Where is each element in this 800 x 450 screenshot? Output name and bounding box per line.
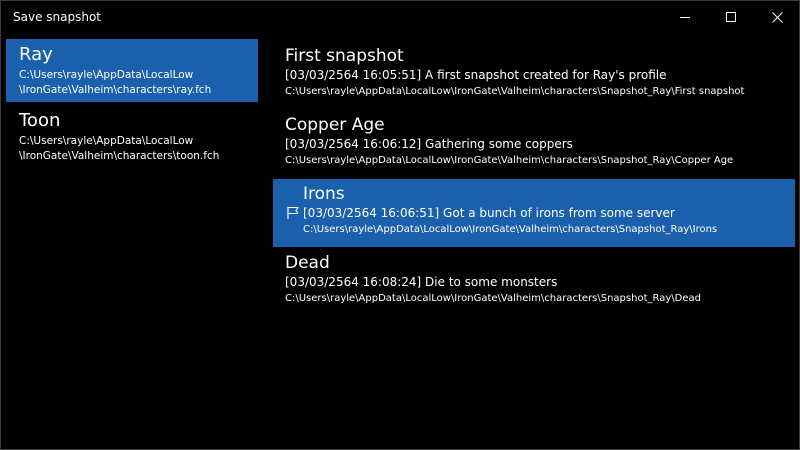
maximize-button[interactable] bbox=[708, 1, 754, 33]
snapshot-description: [03/03/2564 16:06:51] Got a bunch of iro… bbox=[303, 206, 675, 220]
snapshot-item-copper-age[interactable]: Copper Age [03/03/2564 16:06:12] Gatheri… bbox=[273, 110, 795, 178]
snapshot-description: [03/03/2564 16:06:12] Gathering some cop… bbox=[285, 137, 573, 151]
snapshot-name: Dead bbox=[285, 253, 330, 273]
window-title: Save snapshot bbox=[13, 10, 102, 24]
minimize-button[interactable] bbox=[662, 1, 708, 33]
snapshot-path: C:\Users\rayle\AppData\LocalLow\IronGate… bbox=[285, 86, 745, 97]
title-bar[interactable]: Save snapshot bbox=[1, 1, 799, 33]
flag-icon bbox=[287, 206, 299, 219]
profile-item-toon[interactable]: Toon C:\Users\rayle\AppData\LocalLow \Ir… bbox=[6, 105, 258, 168]
snapshot-path: C:\Users\rayle\AppData\LocalLow\IronGate… bbox=[285, 293, 701, 304]
close-button[interactable] bbox=[754, 1, 800, 33]
snapshot-item-dead[interactable]: Dead [03/03/2564 16:08:24] Die to some m… bbox=[273, 248, 795, 316]
profile-list: Ray C:\Users\rayle\AppData\LocalLow \Iro… bbox=[6, 39, 258, 171]
maximize-icon bbox=[726, 12, 736, 22]
snapshot-description: [03/03/2564 16:05:51] A first snapshot c… bbox=[285, 68, 667, 82]
snapshot-path: C:\Users\rayle\AppData\LocalLow\IronGate… bbox=[285, 155, 734, 166]
snapshot-name: First snapshot bbox=[285, 46, 404, 66]
app-window: Save snapshot Ray C:\Users\rayle\AppData… bbox=[0, 0, 800, 450]
snapshot-item-first-snapshot[interactable]: First snapshot [03/03/2564 16:05:51] A f… bbox=[273, 41, 795, 109]
snapshot-item-irons[interactable]: Irons [03/03/2564 16:06:51] Got a bunch … bbox=[273, 179, 795, 247]
snapshot-name: Copper Age bbox=[285, 115, 385, 135]
minimize-icon bbox=[680, 16, 690, 18]
close-icon bbox=[771, 11, 783, 23]
profile-path-line: C:\Users\rayle\AppData\LocalLow bbox=[19, 135, 194, 147]
snapshot-list: First snapshot [03/03/2564 16:05:51] A f… bbox=[273, 41, 795, 317]
profile-path-line: C:\Users\rayle\AppData\LocalLow bbox=[19, 69, 194, 81]
snapshot-name: Irons bbox=[303, 184, 345, 204]
snapshot-description: [03/03/2564 16:08:24] Die to some monste… bbox=[285, 275, 558, 289]
profile-path-line: \IronGate\Valheim\characters\ray.fch bbox=[19, 84, 212, 96]
profile-name: Ray bbox=[19, 44, 53, 65]
profile-path-line: \IronGate\Valheim\characters\toon.fch bbox=[19, 150, 220, 162]
snapshot-path: C:\Users\rayle\AppData\LocalLow\IronGate… bbox=[303, 224, 718, 235]
profile-name: Toon bbox=[19, 110, 61, 131]
profile-item-ray[interactable]: Ray C:\Users\rayle\AppData\LocalLow \Iro… bbox=[6, 39, 258, 102]
